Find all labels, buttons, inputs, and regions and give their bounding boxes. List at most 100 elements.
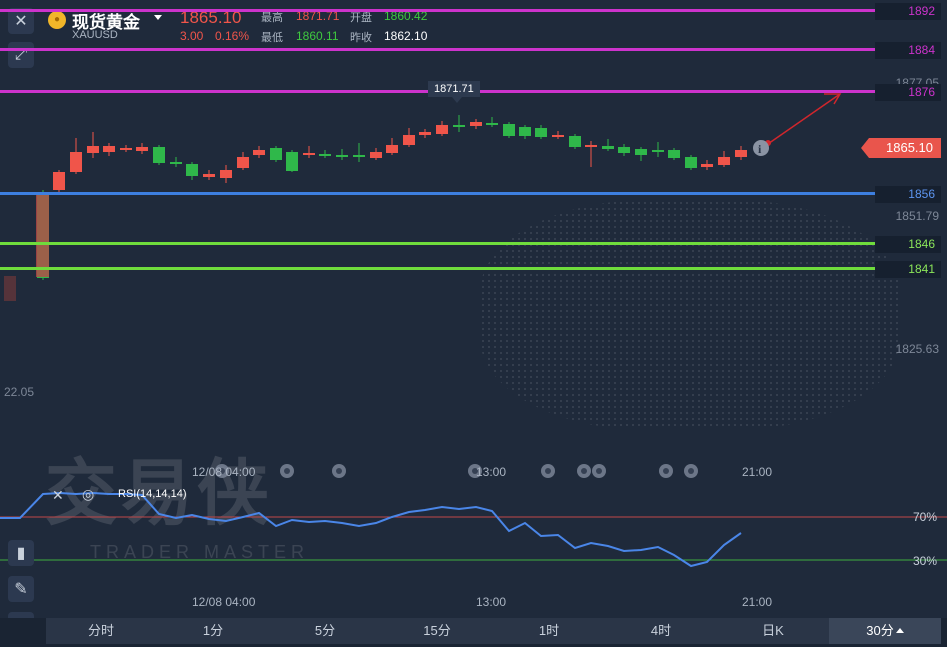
candle-body bbox=[186, 164, 198, 176]
candle-body bbox=[552, 135, 564, 137]
settings-icon[interactable]: ◎ bbox=[82, 486, 94, 503]
event-marker[interactable] bbox=[332, 464, 346, 478]
rsi-lower-label: 30% bbox=[912, 554, 937, 568]
candle-body bbox=[503, 124, 515, 136]
expand-icon[interactable]: ⤢ bbox=[8, 42, 34, 68]
candle-body bbox=[403, 135, 415, 145]
tab-daily[interactable]: 日K bbox=[743, 618, 803, 644]
candle-body bbox=[153, 147, 165, 163]
level-tag-1856: 1856 bbox=[875, 186, 941, 203]
candle-body bbox=[370, 152, 382, 158]
candle-body bbox=[170, 162, 182, 164]
level-tag-1876: 1876 bbox=[875, 84, 941, 101]
candle-body bbox=[652, 150, 664, 152]
candle-body bbox=[453, 125, 465, 127]
tab-30min[interactable]: 30分 bbox=[829, 618, 941, 644]
rsi-upper-label: 70% bbox=[912, 510, 937, 524]
candle-body bbox=[386, 145, 398, 153]
peak-price-label: 1871.71 bbox=[428, 81, 480, 103]
candle-body bbox=[303, 153, 315, 155]
symbol-code: XAUUSD bbox=[72, 29, 118, 41]
event-marker[interactable] bbox=[684, 464, 698, 478]
candle-body bbox=[569, 136, 581, 147]
event-marker[interactable] bbox=[659, 464, 673, 478]
tab-1min[interactable]: 1分 bbox=[183, 618, 243, 644]
event-marker[interactable] bbox=[577, 464, 591, 478]
trading-app: 交易侠 TRADER MASTER i ✕ ⤢ ● 现货黄金 XAUUSD 18… bbox=[0, 0, 947, 647]
event-marker[interactable] bbox=[541, 464, 555, 478]
tab-5min[interactable]: 5分 bbox=[295, 618, 355, 644]
candle-body bbox=[519, 127, 531, 136]
indicator-icon[interactable]: ▮ bbox=[8, 540, 34, 566]
candle-body bbox=[270, 148, 282, 160]
candle-body bbox=[237, 157, 249, 168]
candle-body-faded bbox=[4, 276, 16, 301]
time-label-2: 13:00 bbox=[476, 465, 507, 479]
level-line-1884[interactable] bbox=[0, 48, 880, 51]
chart-area[interactable]: 交易侠 TRADER MASTER i ✕ ⤢ ● 现货黄金 XAUUSD 18… bbox=[0, 0, 947, 633]
level-line-1856[interactable] bbox=[0, 192, 880, 195]
axis-label-1851: 1851.79 bbox=[895, 209, 939, 223]
rsi-time-label-2: 13:00 bbox=[476, 595, 507, 609]
candle-body bbox=[120, 148, 132, 150]
price-change-pct: 0.16% bbox=[215, 29, 250, 43]
axis-label-left: 22.05 bbox=[4, 385, 35, 399]
time-label-1: 12/08 04:00 bbox=[192, 465, 256, 479]
candle-body bbox=[353, 155, 365, 157]
candle-body bbox=[618, 147, 630, 153]
candle-body bbox=[70, 152, 82, 172]
candle-body bbox=[136, 147, 148, 151]
rsi-time-label-3: 21:00 bbox=[742, 595, 773, 609]
close-indicator-icon[interactable]: ✕ bbox=[52, 487, 64, 504]
candle-body bbox=[253, 150, 265, 155]
candle-body bbox=[53, 172, 65, 190]
candle-body bbox=[436, 125, 448, 134]
level-line-1841[interactable] bbox=[0, 267, 880, 270]
candle-body bbox=[203, 174, 215, 177]
candle-body bbox=[220, 170, 232, 178]
gold-coin-icon: ● bbox=[48, 11, 66, 29]
axis-label-1825: 1825.63 bbox=[895, 342, 939, 356]
candle-body bbox=[635, 149, 647, 155]
candle-body bbox=[470, 122, 482, 126]
level-line-1892[interactable] bbox=[0, 9, 880, 12]
candle-body-faded bbox=[36, 193, 49, 277]
candle-body bbox=[668, 150, 680, 158]
prev-close-value: 1862.10 bbox=[384, 29, 428, 43]
prev-close-label: 昨收 bbox=[350, 32, 372, 44]
candle-body bbox=[87, 146, 99, 153]
candle-body bbox=[602, 146, 614, 149]
candle-body bbox=[718, 157, 730, 165]
low-value: 1860.11 bbox=[296, 29, 339, 43]
pen-icon[interactable]: ✎ bbox=[8, 576, 34, 602]
current-price-tag: 1865.10 bbox=[861, 138, 941, 158]
tab-fenshi[interactable]: 分时 bbox=[71, 618, 131, 644]
candle-body bbox=[535, 128, 547, 137]
level-tag-1884: 1884 bbox=[875, 42, 941, 59]
trend-arrow-line bbox=[764, 93, 841, 147]
chevron-down-icon[interactable] bbox=[154, 15, 162, 20]
candle-body bbox=[286, 152, 298, 171]
rsi-time-label-1: 12/08 04:00 bbox=[192, 595, 256, 609]
level-tag-1846: 1846 bbox=[875, 236, 941, 253]
candle-body bbox=[103, 146, 115, 152]
tab-4hour[interactable]: 4时 bbox=[631, 618, 691, 644]
level-line-1846[interactable] bbox=[0, 242, 880, 245]
candle-body bbox=[701, 164, 713, 167]
candle-body bbox=[336, 155, 348, 157]
candle-body bbox=[486, 123, 498, 125]
rsi-label: RSI(14,14,14) bbox=[118, 488, 187, 500]
candle-body bbox=[319, 154, 331, 156]
rsi-line bbox=[0, 491, 742, 568]
time-label-3: 21:00 bbox=[742, 465, 773, 479]
level-tag-1841: 1841 bbox=[875, 261, 941, 278]
event-marker[interactable] bbox=[592, 464, 606, 478]
price-change: 3.00 bbox=[180, 29, 204, 43]
candle-body bbox=[419, 132, 431, 135]
candle-body bbox=[685, 157, 697, 168]
low-label: 最低 bbox=[261, 32, 283, 44]
event-marker[interactable] bbox=[280, 464, 294, 478]
tab-1hour[interactable]: 1时 bbox=[519, 618, 579, 644]
tab-15min[interactable]: 15分 bbox=[407, 618, 467, 644]
candle-body bbox=[585, 145, 597, 147]
